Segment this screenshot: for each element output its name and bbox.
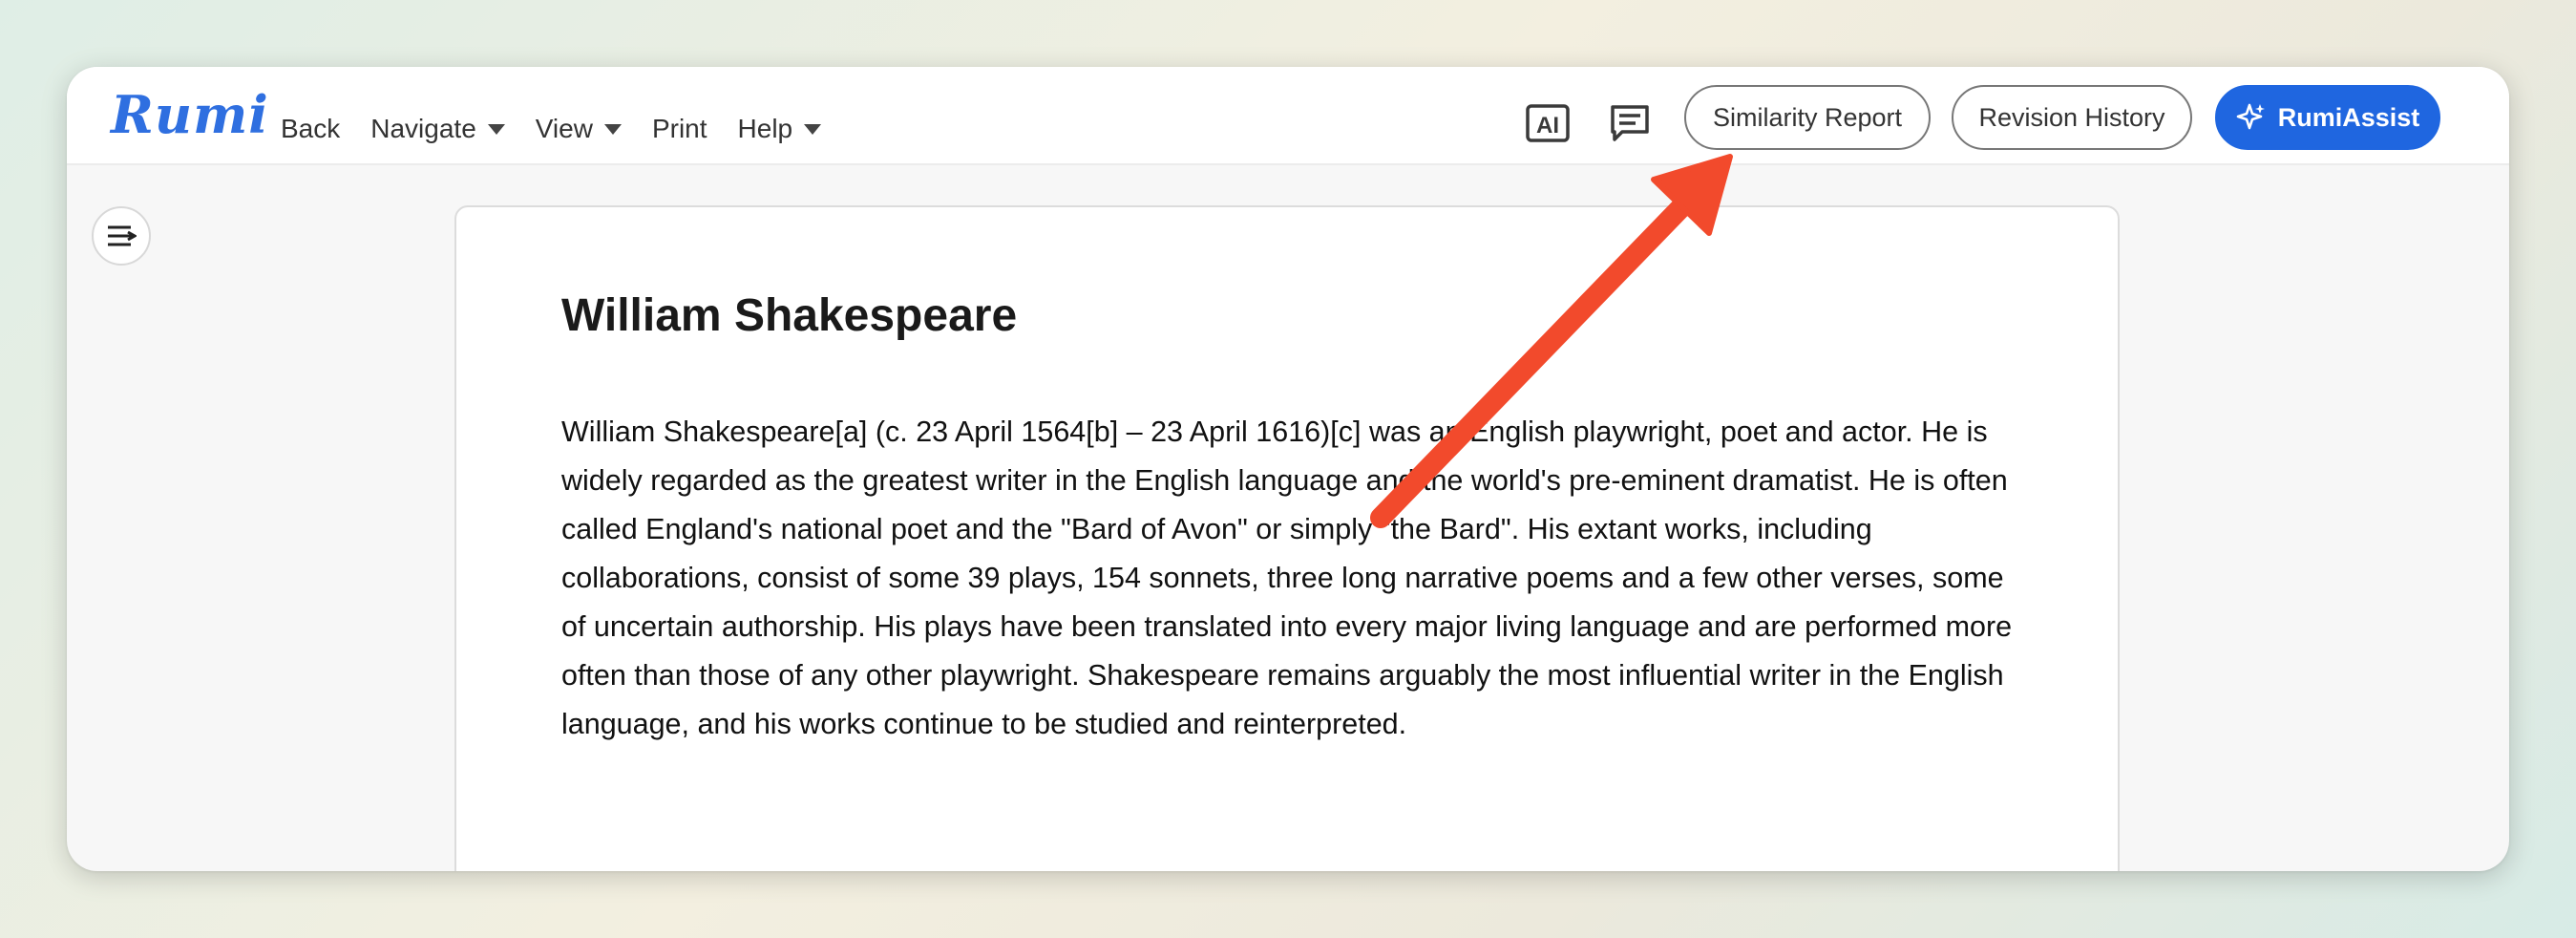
- help-menu[interactable]: Help: [738, 114, 822, 144]
- comments-button[interactable]: [1604, 97, 1656, 149]
- view-menu[interactable]: View: [536, 114, 622, 144]
- print-menu-item[interactable]: Print: [652, 114, 707, 144]
- rumi-logo[interactable]: Rumi: [111, 84, 269, 145]
- comment-icon: [1611, 105, 1649, 141]
- top-toolbar: Rumi Back Navigate View Print Help AI Si…: [67, 67, 2509, 165]
- sparkle-icon: [2236, 103, 2265, 130]
- navigate-menu[interactable]: Navigate: [370, 114, 505, 144]
- rumi-assist-button[interactable]: RumiAssist: [2215, 85, 2440, 150]
- revision-history-button[interactable]: Revision History: [1952, 85, 2192, 150]
- print-label: Print: [651, 114, 707, 143]
- back-label: Back: [281, 114, 341, 143]
- app-window: Rumi Back Navigate View Print Help AI Si…: [67, 67, 2509, 871]
- similarity-report-label: Similarity Report: [1712, 102, 1903, 132]
- svg-text:AI: AI: [1536, 113, 1559, 139]
- document-title: William Shakespeare: [561, 290, 1018, 341]
- similarity-report-button[interactable]: Similarity Report: [1684, 85, 1931, 150]
- help-label: Help: [737, 114, 793, 143]
- sidebar-toggle-icon: [108, 225, 137, 246]
- sidebar-toggle-button[interactable]: [92, 206, 151, 266]
- rumi-assist-label: RumiAssist: [2277, 102, 2420, 132]
- document-page[interactable]: William Shakespeare William Shakespeare[…: [454, 205, 2120, 871]
- back-menu-item[interactable]: Back: [281, 114, 340, 144]
- caret-down-icon: [603, 123, 622, 135]
- caret-down-icon: [487, 123, 505, 135]
- navigate-label: Navigate: [370, 114, 476, 143]
- main-menu: Back Navigate View Print Help: [281, 105, 852, 153]
- caret-down-icon: [804, 123, 822, 135]
- view-label: View: [535, 114, 593, 143]
- ai-icon: AI: [1526, 104, 1570, 142]
- ai-button[interactable]: AI: [1522, 97, 1573, 149]
- revision-history-label: Revision History: [1978, 102, 2165, 132]
- document-body: William Shakespeare[a] (c. 23 April 1564…: [561, 416, 2013, 740]
